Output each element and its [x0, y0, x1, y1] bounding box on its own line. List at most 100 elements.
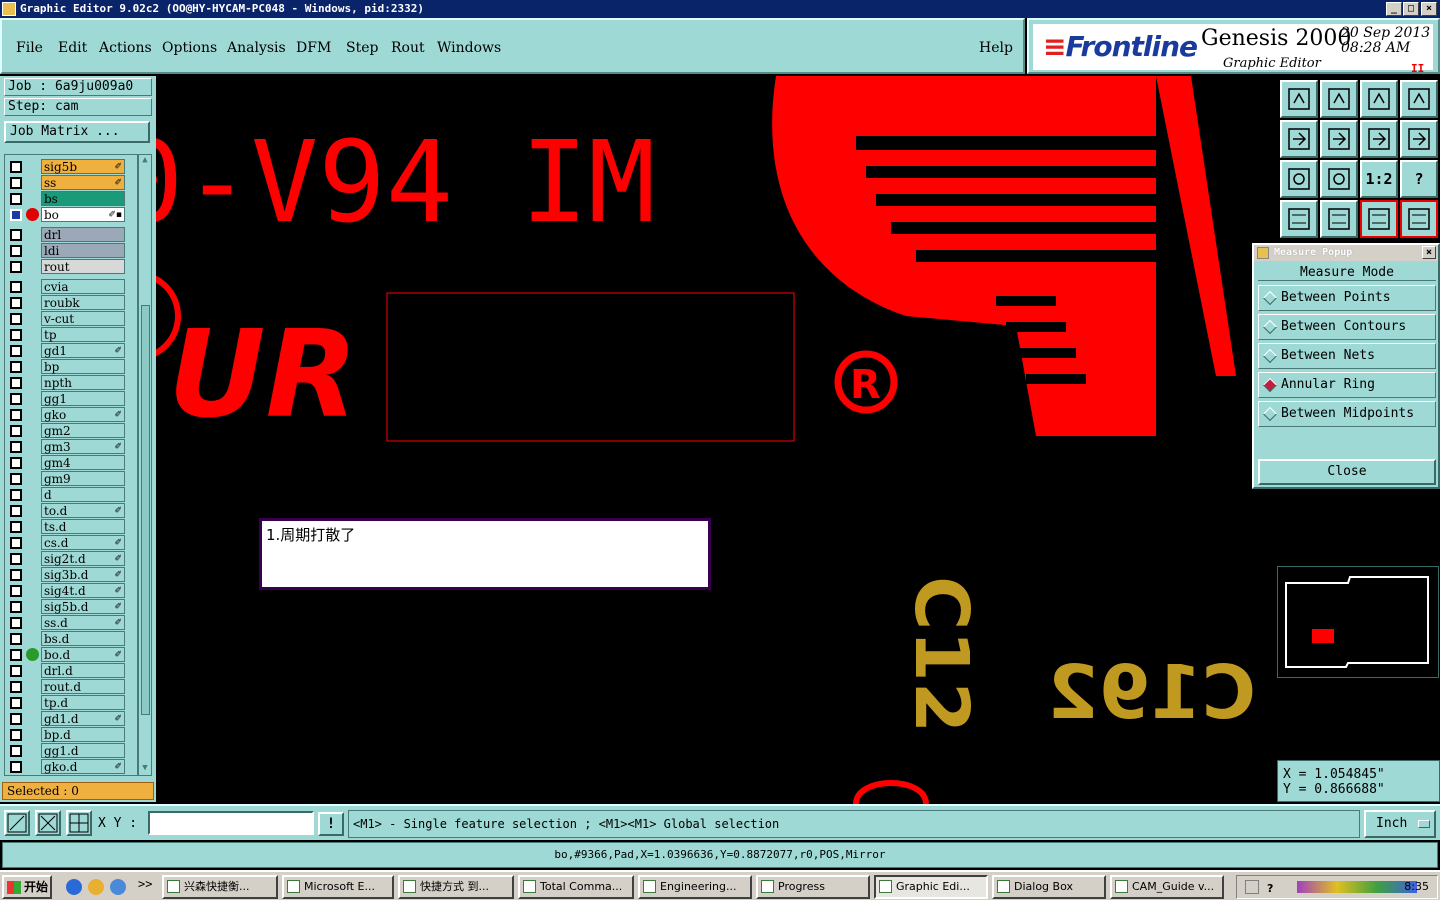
layer-row[interactable]: ss.d ✐	[5, 615, 139, 630]
layer-checkbox[interactable]	[10, 345, 22, 357]
layer-checkbox[interactable]	[10, 425, 22, 437]
next-button[interactable]	[1320, 120, 1358, 158]
taskbar-task[interactable]: 兴森快捷衡...	[162, 875, 278, 899]
layer-name[interactable]: gg1.d	[41, 743, 125, 758]
measure-close-button[interactable]: Close	[1258, 459, 1436, 485]
layer-name[interactable]: d	[41, 487, 125, 502]
layer-row[interactable]: roubk	[5, 295, 139, 310]
menu-actions[interactable]: Actions	[99, 40, 152, 56]
layer-row[interactable]: gm2	[5, 423, 139, 438]
layer-checkbox[interactable]	[10, 261, 22, 273]
quicklaunch-icon[interactable]	[88, 879, 104, 895]
menu-file[interactable]: File	[16, 40, 43, 56]
layer-name[interactable]: rout.d	[41, 679, 125, 694]
layer-checkbox[interactable]	[10, 729, 22, 741]
layer-row[interactable]: rout.d	[5, 679, 139, 694]
layer-row[interactable]: gm9	[5, 471, 139, 486]
layer-checkbox[interactable]	[10, 377, 22, 389]
layer-checkbox[interactable]	[10, 649, 22, 661]
zoom-1-2-button[interactable]: 1:2	[1360, 160, 1398, 198]
layer-row[interactable]: sig4t.d ✐	[5, 583, 139, 598]
layer-checkbox[interactable]	[10, 177, 22, 189]
layer-checkbox[interactable]	[10, 329, 22, 341]
scroll-down-icon[interactable]: ▼	[139, 763, 151, 775]
warning-button[interactable]: !	[318, 812, 344, 836]
layer-row[interactable]: gg1.d	[5, 743, 139, 758]
layer-row[interactable]: d	[5, 487, 139, 502]
layer-row[interactable]: v-cut	[5, 311, 139, 326]
redo-button[interactable]	[1400, 120, 1438, 158]
layer-name[interactable]: gd1 ✐	[41, 343, 125, 358]
layer-row[interactable]: drl.d	[5, 663, 139, 678]
layer-checkbox[interactable]	[10, 633, 22, 645]
taskbar-task[interactable]: 快捷方式 到...	[398, 875, 514, 899]
start-button[interactable]: 开始	[2, 875, 52, 899]
layer-name[interactable]: bo.d ✐	[41, 647, 125, 662]
pause-icon[interactable]: II	[1411, 62, 1424, 75]
menu-analysis[interactable]: Analysis	[227, 40, 286, 56]
taskbar-task[interactable]: CAM_Guide v...	[1110, 875, 1224, 899]
layer-name[interactable]: drl.d	[41, 663, 125, 678]
zoom-center-button[interactable]	[1320, 160, 1358, 198]
layer-name[interactable]: rout	[41, 259, 125, 274]
layer-row[interactable]: cs.d ✐	[5, 535, 139, 550]
layer-name[interactable]: ts.d	[41, 519, 125, 534]
layer-row[interactable]: gd1.d ✐	[5, 711, 139, 726]
layer-row[interactable]: drl	[5, 227, 139, 242]
layer-name[interactable]: gm4	[41, 455, 125, 470]
menu-dfm[interactable]: DFM	[296, 40, 331, 56]
layer-name[interactable]: bp.d	[41, 727, 125, 742]
quicklaunch-more[interactable]: >>	[138, 877, 152, 891]
close-icon[interactable]: ×	[1422, 246, 1436, 259]
menu-step[interactable]: Step	[346, 40, 378, 56]
close-window-button[interactable]: ×	[1421, 2, 1437, 16]
xy-input[interactable]	[148, 811, 314, 835]
menu-edit[interactable]: Edit	[58, 40, 87, 56]
layer-name[interactable]: sig5b ✐	[41, 159, 125, 174]
minimize-button[interactable]: _	[1386, 2, 1402, 16]
layer-checkbox[interactable]	[10, 441, 22, 453]
layer-checkbox[interactable]	[10, 585, 22, 597]
layer-checkbox[interactable]	[10, 665, 22, 677]
layer-name[interactable]: gm3 ✐	[41, 439, 125, 454]
layer-name[interactable]: ldi	[41, 243, 125, 258]
tray-icons[interactable]	[1297, 881, 1417, 893]
layer-name[interactable]: sig4t.d ✐	[41, 583, 125, 598]
prev-button[interactable]	[1280, 120, 1318, 158]
job-matrix-button[interactable]: Job Matrix ...	[4, 121, 150, 143]
layer-checkbox[interactable]	[10, 569, 22, 581]
layer-checkbox[interactable]	[10, 601, 22, 613]
layer-row[interactable]: bs	[5, 191, 139, 206]
snap-mode-button[interactable]	[4, 810, 30, 836]
taskbar-task[interactable]: Microsoft E...	[282, 875, 394, 899]
zoom-fit-button[interactable]	[1280, 160, 1318, 198]
cursor-mode-button[interactable]	[35, 810, 61, 836]
layer-name[interactable]: v-cut	[41, 311, 125, 326]
desktop-icon[interactable]	[110, 879, 126, 895]
home-button[interactable]	[1360, 80, 1398, 118]
grid-mode-button[interactable]	[66, 810, 92, 836]
taskbar-task[interactable]: Total Comma...	[518, 875, 634, 899]
scroll-up-icon[interactable]: ▲	[139, 155, 151, 167]
taskbar-task[interactable]: Progress	[756, 875, 870, 899]
layer-checkbox[interactable]	[10, 209, 22, 221]
measure-option[interactable]: Between Nets	[1258, 343, 1436, 369]
layer-row[interactable]: to.d ✐	[5, 503, 139, 518]
graphic-canvas[interactable]: 0-V94 IM UR R C12 C192 1.周期打散了	[156, 76, 1276, 804]
layer-row[interactable]: gm3 ✐	[5, 439, 139, 454]
help-button[interactable]: ?	[1400, 160, 1438, 198]
layer-checkbox[interactable]	[10, 473, 22, 485]
layer-checkbox[interactable]	[10, 681, 22, 693]
layer-row[interactable]: bp	[5, 359, 139, 374]
layer-name[interactable]: roubk	[41, 295, 125, 310]
layer-name[interactable]: gd1.d ✐	[41, 711, 125, 726]
layer-row[interactable]: tp.d	[5, 695, 139, 710]
layer-checkbox[interactable]	[10, 313, 22, 325]
settings-button[interactable]	[1280, 200, 1318, 238]
layer-checkbox[interactable]	[10, 505, 22, 517]
taskbar-task[interactable]: Engineering...	[638, 875, 752, 899]
measure-option[interactable]: Between Points	[1258, 285, 1436, 311]
layer-row[interactable]: bo.d ✐	[5, 647, 139, 662]
layer-name[interactable]: sig2t.d ✐	[41, 551, 125, 566]
layer-checkbox[interactable]	[10, 393, 22, 405]
